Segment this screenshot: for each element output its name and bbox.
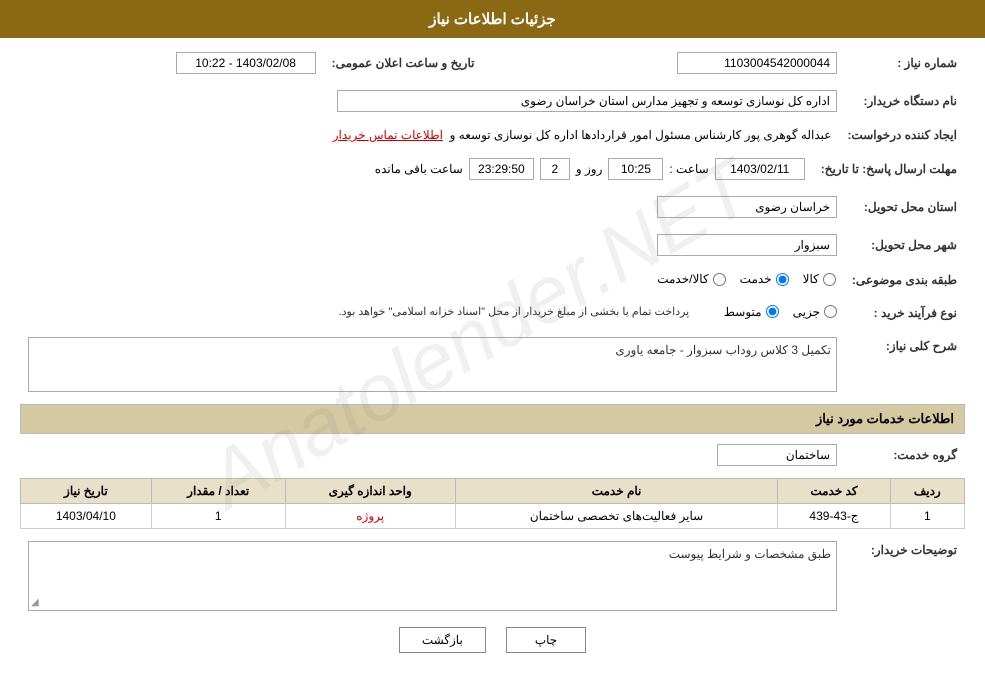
category-label: طبقه بندی موضوعی:	[844, 268, 965, 293]
cell-code: ج-43-439	[778, 504, 890, 529]
purchase-type-radio-group: جزیی متوسط پرداخت تمام یا بخشی از مبلغ خ…	[339, 305, 837, 319]
purchase-type-label: نوع فرآیند خرید :	[845, 301, 965, 326]
cell-name: سایر فعالیت‌های تخصصی ساختمان	[455, 504, 778, 529]
info-table-summary: شرح کلی نیاز: تکمیل 3 کلاس روداب سبزوار …	[20, 333, 965, 396]
reply-remaining-label: ساعت باقی مانده	[375, 162, 463, 176]
table-row: 1 ج-43-439 سایر فعالیت‌های تخصصی ساختمان…	[21, 504, 965, 529]
radio-goods[interactable]: کالا	[803, 272, 836, 286]
col-date: تاریخ نیاز	[21, 479, 152, 504]
announcement-date-value: 1403/02/08 - 10:22	[176, 52, 316, 74]
need-summary-value: تکمیل 3 کلاس روداب سبزوار - جامعه یاوری	[615, 343, 831, 357]
province-value: خراسان رضوی	[657, 196, 837, 218]
reply-days-label: روز و	[576, 162, 603, 176]
category-goods-label: کالا	[803, 272, 819, 286]
info-table-deadline: مهلت ارسال پاسخ: تا تاریخ: 1403/02/11 سا…	[20, 154, 965, 184]
buyer-org-label: نام دستگاه خریدار:	[845, 86, 965, 116]
creator-label: ایجاد کننده درخواست:	[839, 124, 965, 146]
creator-value: عبداله گوهری پور کارشناس مسئول امور قرار…	[450, 128, 832, 142]
radio-partial[interactable]: جزیی	[793, 305, 837, 319]
announcement-date-label: تاریخ و ساعت اعلان عمومی:	[324, 48, 483, 78]
info-table-top: شماره نیاز : 1103004542000044 تاریخ و سا…	[20, 48, 965, 78]
col-row: ردیف	[890, 479, 964, 504]
buyer-desc-value: طبق مشخصات و شرایط پیوست	[669, 547, 831, 561]
col-name: نام خدمت	[455, 479, 778, 504]
page-title: جزئیات اطلاعات نیاز	[429, 11, 556, 28]
print-button[interactable]: چاپ	[506, 627, 586, 653]
info-table-category: طبقه بندی موضوعی: کالا خدمت	[20, 268, 965, 293]
reply-days-value: 2	[540, 158, 570, 180]
buyer-desc-label: توضیحات خریدار:	[845, 537, 965, 615]
services-table: ردیف کد خدمت نام خدمت واحد اندازه گیری ت…	[20, 478, 965, 529]
need-number-value: 1103004542000044	[677, 52, 837, 74]
info-table-city: شهر محل تحویل: سبزوار	[20, 230, 965, 260]
need-summary-label: شرح کلی نیاز:	[845, 333, 965, 396]
reply-remaining-value: 23:29:50	[469, 158, 534, 180]
col-quantity: تعداد / مقدار	[151, 479, 285, 504]
buyer-org-value: اداره کل نوسازی توسعه و تجهیز مدارس استا…	[337, 90, 837, 112]
city-label: شهر محل تحویل:	[845, 230, 965, 260]
reply-time-value: 10:25	[608, 158, 663, 180]
col-code: کد خدمت	[778, 479, 890, 504]
radio-medium[interactable]: متوسط	[724, 305, 779, 319]
resize-icon: ◢	[31, 597, 39, 608]
cell-date: 1403/04/10	[21, 504, 152, 529]
city-value: سبزوار	[657, 234, 837, 256]
purchase-medium-label: متوسط	[724, 305, 762, 319]
category-both-label: کالا/خدمت	[657, 272, 708, 286]
creator-contact-link[interactable]: اطلاعات تماس خریدار	[333, 128, 443, 142]
services-section-label: اطلاعات خدمات مورد نیاز	[816, 411, 954, 426]
services-section-header: اطلاعات خدمات مورد نیاز	[20, 404, 965, 434]
category-service-label: خدمت	[740, 272, 772, 286]
reply-time-label: ساعت :	[669, 162, 708, 176]
service-group-label: گروه خدمت:	[845, 440, 965, 470]
need-summary-box: تکمیل 3 کلاس روداب سبزوار - جامعه یاوری	[28, 337, 837, 392]
province-label: استان محل تحویل:	[845, 192, 965, 222]
purchase-partial-label: جزیی	[793, 305, 820, 319]
buyer-desc-box: طبق مشخصات و شرایط پیوست ◢	[28, 541, 837, 611]
service-group-value: ساختمان	[717, 444, 837, 466]
cell-row: 1	[890, 504, 964, 529]
purchase-notice: پرداخت تمام یا بخشی از مبلغ خریدار از مح…	[339, 305, 690, 318]
button-row: چاپ بازگشت	[20, 627, 965, 653]
reply-date-value: 1403/02/11	[715, 158, 805, 180]
info-table-creator: ایجاد کننده درخواست: عبداله گوهری پور کا…	[20, 124, 965, 146]
info-table-province: استان محل تحویل: خراسان رضوی	[20, 192, 965, 222]
need-number-label: شماره نیاز :	[845, 48, 965, 78]
page-header: جزئیات اطلاعات نیاز	[0, 0, 985, 38]
info-table-buyer: نام دستگاه خریدار: اداره کل نوسازی توسعه…	[20, 86, 965, 116]
col-unit: واحد اندازه گیری	[285, 479, 455, 504]
radio-service[interactable]: خدمت	[740, 272, 789, 286]
info-table-service-group: گروه خدمت: ساختمان	[20, 440, 965, 470]
reply-deadline-label: مهلت ارسال پاسخ: تا تاریخ:	[813, 154, 965, 184]
radio-both[interactable]: کالا/خدمت	[657, 272, 725, 286]
cell-unit: پروژه	[285, 504, 455, 529]
info-table-purchase-type: نوع فرآیند خرید : جزیی متوسط پرداخت تمام	[20, 301, 965, 326]
info-table-buyer-desc: توضیحات خریدار: طبق مشخصات و شرایط پیوست…	[20, 537, 965, 615]
category-radio-group: کالا خدمت کالا/خدمت	[657, 272, 836, 286]
cell-quantity: 1	[151, 504, 285, 529]
back-button[interactable]: بازگشت	[399, 627, 486, 653]
